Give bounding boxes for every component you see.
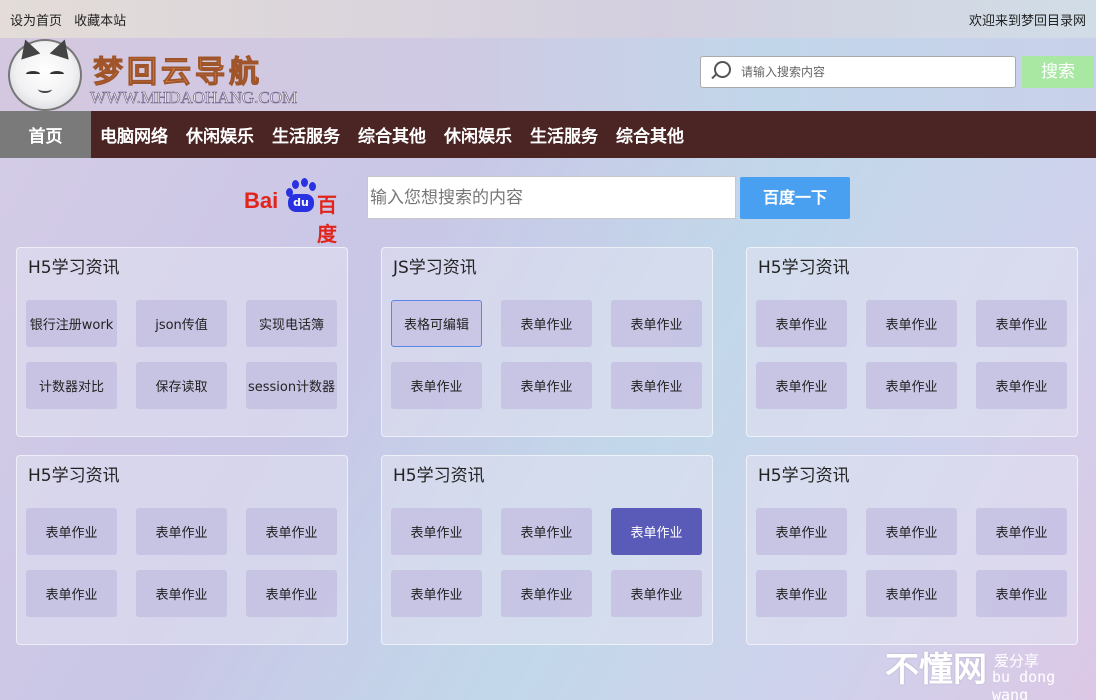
card-h5-2: H5学习资讯 表单作业 表单作业 表单作业 表单作业 表单作业 表单作业 <box>746 247 1078 437</box>
card-link-button[interactable]: 表单作业 <box>866 508 957 555</box>
site-search-box <box>700 56 1016 88</box>
card-link-button[interactable]: 表单作业 <box>611 570 702 617</box>
header: 梦回云导航 WWW.MHDAOHANG.COM 搜索 <box>0 36 1096 111</box>
watermark-main: 不懂网 <box>885 650 987 690</box>
top-bar-links: 设为首页 收藏本站 <box>10 10 134 29</box>
card-js-1: JS学习资讯 表格可编辑 表单作业 表单作业 表单作业 表单作业 表单作业 <box>381 247 713 437</box>
baidu-search-button[interactable]: 百度一下 <box>740 177 850 219</box>
card-title: H5学习资讯 <box>28 466 120 486</box>
card-link-button[interactable]: 表单作业 <box>756 570 847 617</box>
baidu-logo-text-cn: 百度 <box>317 193 337 246</box>
card-link-button[interactable]: 表单作业 <box>611 362 702 409</box>
card-link-button[interactable]: 表单作业 <box>756 508 847 555</box>
logo-title: 梦回云导航 <box>93 55 263 91</box>
baidu-logo: Bai du 百度 <box>244 176 356 246</box>
nav-item-leisure[interactable]: 休闲娱乐 <box>177 111 263 158</box>
watermark-pinyin: bu dong wang <box>992 668 1056 700</box>
card-link-button[interactable]: 计数器对比 <box>26 362 117 409</box>
bookmark-link[interactable]: 收藏本站 <box>74 14 126 29</box>
card-title: H5学习资讯 <box>758 258 850 278</box>
baidu-logo-text-bai: Bai <box>244 188 279 213</box>
card-link-button[interactable]: 实现电话簿 <box>246 300 337 347</box>
card-title: H5学习资讯 <box>758 466 850 486</box>
set-homepage-link[interactable]: 设为首页 <box>10 14 62 29</box>
logo-subtitle: WWW.MHDAOHANG.COM <box>90 88 298 108</box>
card-link-button[interactable]: 表单作业 <box>611 300 702 347</box>
card-link-button[interactable]: 表单作业 <box>976 570 1067 617</box>
main-nav: 首页 电脑网络 休闲娱乐 生活服务 综合其他 休闲娱乐 生活服务 综合其他 <box>0 111 1096 158</box>
cat-logo-icon <box>8 36 82 111</box>
card-link-button[interactable]: 表单作业 <box>501 508 592 555</box>
card-link-button[interactable]: 表单作业 <box>501 362 592 409</box>
top-bar: 设为首页 收藏本站 欢迎来到梦回目录网 <box>0 0 1096 38</box>
card-title: H5学习资讯 <box>393 466 485 486</box>
welcome-text: 欢迎来到梦回目录网 <box>968 13 1086 29</box>
card-link-button[interactable]: 表单作业 <box>866 570 957 617</box>
site-search-button[interactable]: 搜索 <box>1022 56 1094 88</box>
card-link-button[interactable]: 表单作业 <box>976 508 1067 555</box>
card-link-button[interactable]: 表单作业 <box>976 300 1067 347</box>
baidu-search-input[interactable] <box>367 176 736 219</box>
nav-item-other[interactable]: 综合其他 <box>349 111 435 158</box>
card-h5-4: H5学习资讯 表单作业 表单作业 表单作业 表单作业 表单作业 表单作业 <box>381 455 713 645</box>
card-link-button[interactable]: 表单作业 <box>246 508 337 555</box>
nav-item-life-services-2[interactable]: 生活服务 <box>521 111 607 158</box>
card-link-button[interactable]: json传值 <box>136 300 227 347</box>
nav-item-home[interactable]: 首页 <box>0 111 91 158</box>
card-link-button[interactable]: 保存读取 <box>136 362 227 409</box>
nav-item-life-services[interactable]: 生活服务 <box>263 111 349 158</box>
site-search-input[interactable] <box>741 65 1001 79</box>
card-link-button[interactable]: 银行注册work <box>26 300 117 347</box>
nav-item-computer-network[interactable]: 电脑网络 <box>91 111 177 158</box>
baidu-logo-text-du: du <box>288 194 314 212</box>
card-link-button[interactable]: 表单作业 <box>501 300 592 347</box>
card-link-button[interactable]: session计数器 <box>246 362 337 409</box>
card-link-button[interactable]: 表格可编辑 <box>391 300 482 347</box>
card-h5-1: H5学习资讯 银行注册work json传值 实现电话簿 计数器对比 保存读取 … <box>16 247 348 437</box>
card-link-button[interactable]: 表单作业 <box>136 570 227 617</box>
card-link-button[interactable]: 表单作业 <box>391 508 482 555</box>
card-link-button[interactable]: 表单作业 <box>391 570 482 617</box>
card-link-button[interactable]: 表单作业 <box>756 300 847 347</box>
card-link-button[interactable]: 表单作业 <box>26 508 117 555</box>
card-h5-3: H5学习资讯 表单作业 表单作业 表单作业 表单作业 表单作业 表单作业 <box>16 455 348 645</box>
card-link-button[interactable]: 表单作业 <box>501 570 592 617</box>
card-link-button[interactable]: 表单作业 <box>976 362 1067 409</box>
card-link-button-active[interactable]: 表单作业 <box>611 508 702 555</box>
card-link-button[interactable]: 表单作业 <box>756 362 847 409</box>
card-link-button[interactable]: 表单作业 <box>391 362 482 409</box>
card-link-button[interactable]: 表单作业 <box>136 508 227 555</box>
nav-item-leisure-2[interactable]: 休闲娱乐 <box>435 111 521 158</box>
card-title: H5学习资讯 <box>28 258 120 278</box>
card-title: JS学习资讯 <box>393 258 477 278</box>
nav-item-other-2[interactable]: 综合其他 <box>607 111 693 158</box>
card-link-button[interactable]: 表单作业 <box>26 570 117 617</box>
card-link-button[interactable]: 表单作业 <box>866 300 957 347</box>
card-link-button[interactable]: 表单作业 <box>866 362 957 409</box>
card-h5-5: H5学习资讯 表单作业 表单作业 表单作业 表单作业 表单作业 表单作业 <box>746 455 1078 645</box>
search-icon <box>709 59 735 85</box>
card-link-button[interactable]: 表单作业 <box>246 570 337 617</box>
